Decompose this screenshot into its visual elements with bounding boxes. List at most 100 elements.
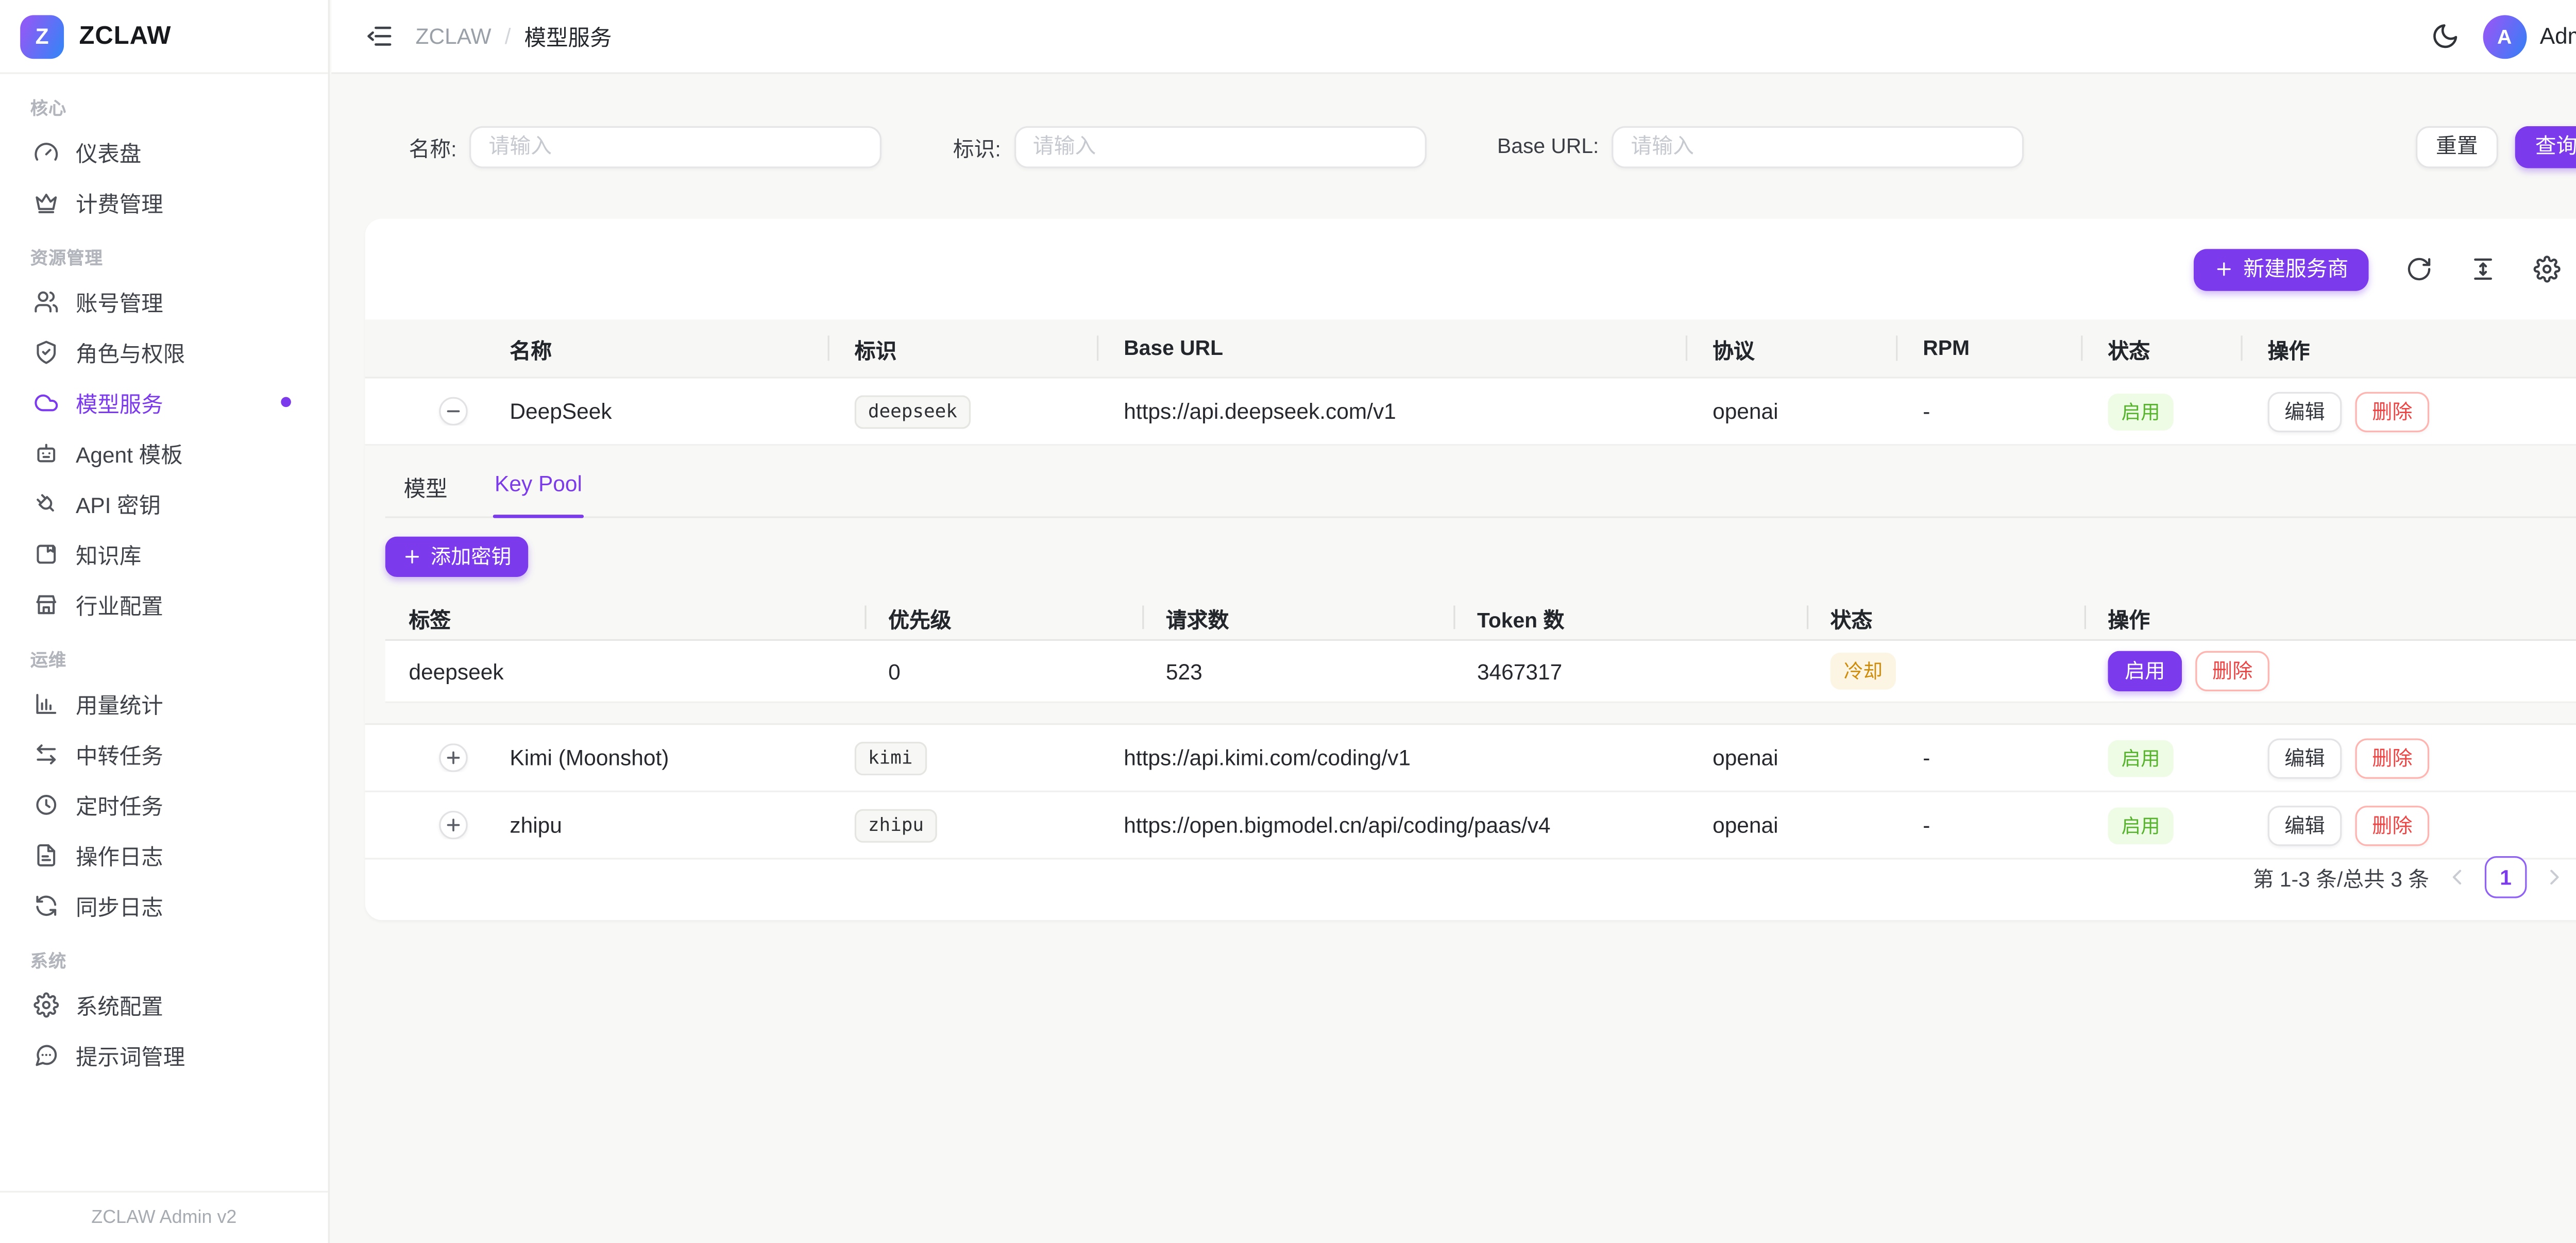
edit-button[interactable]: 编辑: [2268, 805, 2342, 845]
filter-input-2[interactable]: [1613, 125, 2025, 167]
providers-table-body: DeepSeekdeepseekhttps://api.deepseek.com…: [365, 379, 2576, 860]
dark-mode-moon-icon[interactable]: [2431, 22, 2460, 50]
sidebar-item-label: 仪表盘: [76, 135, 141, 167]
plus-icon: [444, 748, 463, 767]
sidebar-item-定时任务[interactable]: 定时任务: [20, 780, 308, 827]
expand-row-button[interactable]: [439, 811, 468, 840]
sidebar-footer: ZCLAW Admin v2: [0, 1191, 328, 1243]
provider-actions: 编辑删除: [2241, 391, 2576, 431]
delete-button[interactable]: 删除: [2355, 805, 2429, 845]
provider-protocol: openai: [1686, 745, 1896, 771]
sidebar-item-模型服务[interactable]: 模型服务: [20, 379, 308, 425]
provider-row: zhipuzhipuhttps://open.bigmodel.cn/api/c…: [365, 792, 2576, 860]
sidebar-item-label: 账号管理: [76, 285, 163, 317]
edit-button[interactable]: 编辑: [2268, 391, 2342, 431]
delete-key-button[interactable]: 删除: [2195, 651, 2269, 691]
logo-title: ZCLAW: [79, 22, 171, 50]
add-key-button[interactable]: 添加密钥: [385, 537, 529, 577]
table-settings-icon[interactable]: [2534, 256, 2561, 282]
sidebar-item-角色与权限[interactable]: 角色与权限: [20, 328, 308, 375]
swap-icon: [33, 741, 59, 766]
key-tokens: 3467317: [1453, 658, 1807, 684]
collapse-sidebar-icon[interactable]: [365, 22, 394, 50]
new-provider-button[interactable]: 新建服务商: [2195, 248, 2369, 291]
sidebar-section-label: 运维: [20, 639, 308, 679]
breadcrumb-root[interactable]: ZCLAW: [416, 24, 492, 49]
provider-status-cell: 启用: [2081, 807, 2241, 844]
search-button[interactable]: 查询: [2515, 125, 2576, 167]
next-page-icon[interactable]: [2542, 864, 2567, 890]
sidebar-item-系统配置[interactable]: 系统配置: [20, 981, 308, 1028]
edit-button[interactable]: 编辑: [2268, 738, 2342, 778]
chat-icon: [33, 1042, 59, 1067]
sidebar-item-用量统计[interactable]: 用量统计: [20, 679, 308, 726]
provider-protocol: openai: [1686, 399, 1896, 424]
user-menu[interactable]: A Admin: [2483, 14, 2576, 58]
sidebar-item-行业配置[interactable]: 行业配置: [20, 581, 308, 627]
sidebar-item-知识库[interactable]: 知识库: [20, 530, 308, 577]
sidebar-item-label: API 密钥: [76, 487, 161, 519]
plus-icon: [2215, 259, 2235, 279]
filter-group: 名称:: [409, 125, 882, 167]
sidebar-item-仪表盘[interactable]: 仪表盘: [20, 128, 308, 175]
filter-input-1[interactable]: [1014, 125, 1427, 167]
delete-button[interactable]: 删除: [2355, 738, 2429, 778]
dashboard-icon: [33, 139, 59, 164]
row-height-icon[interactable]: [2469, 256, 2496, 282]
book-icon: [33, 541, 59, 566]
sidebar-item-label: 用量统计: [76, 687, 163, 719]
sidebar-menu: 核心仪表盘计费管理资源管理账号管理角色与权限模型服务 Agent 模板 API 密钥…: [0, 74, 328, 1191]
refresh-icon[interactable]: [2405, 256, 2432, 282]
breadcrumb-current: 模型服务: [524, 20, 612, 52]
prev-page-icon[interactable]: [2444, 864, 2469, 890]
provider-status-cell: 启用: [2081, 393, 2241, 430]
breadcrumb: ZCLAW / 模型服务: [416, 20, 612, 52]
key-row: deepseek05233467317冷却启用删除: [385, 641, 2576, 703]
provider-name: zhipu: [483, 812, 827, 838]
page-1-button[interactable]: 1: [2485, 856, 2527, 898]
provider-rpm: -: [1896, 399, 2081, 424]
delete-button[interactable]: 删除: [2355, 391, 2429, 431]
tab-models[interactable]: 模型: [402, 459, 449, 516]
providers-table-header: 名称标识Base URL协议RPM状态操作: [365, 319, 2576, 378]
provider-rpm: -: [1896, 812, 2081, 838]
sidebar: Z ZCLAW 核心仪表盘计费管理资源管理账号管理角色与权限模型服务 Agent …: [0, 0, 330, 1243]
collapse-row-button[interactable]: [439, 397, 468, 426]
sidebar-item-API 密钥[interactable]: API 密钥: [20, 480, 308, 526]
status-badge: 启用: [2108, 807, 2173, 844]
plus-icon: [444, 816, 463, 835]
sidebar-item-label: Agent 模板: [76, 436, 183, 468]
sidebar-item-Agent 模板[interactable]: Agent 模板: [20, 429, 308, 476]
sidebar-item-中转任务[interactable]: 中转任务: [20, 730, 308, 777]
topbar: ZCLAW / 模型服务 A Admin: [331, 0, 2576, 74]
sidebar-item-同步日志[interactable]: 同步日志: [20, 881, 308, 928]
sidebar-item-label: 同步日志: [76, 889, 163, 921]
logo-mark: Z: [20, 14, 64, 58]
avatar: A: [2483, 14, 2527, 58]
key-actions: 启用删除: [2084, 651, 2576, 691]
filter-input-0[interactable]: [470, 125, 883, 167]
provider-rpm: -: [1896, 745, 2081, 771]
tab-key-pool[interactable]: Key Pool: [493, 459, 584, 516]
sidebar-item-label: 系统配置: [76, 988, 163, 1020]
column-header: RPM: [1896, 336, 2081, 360]
file-text-icon: [33, 842, 59, 867]
logo[interactable]: Z ZCLAW: [0, 0, 328, 74]
provider-slug-tag: zhipu: [855, 808, 937, 842]
provider-slug-cell: zhipu: [828, 808, 1097, 842]
sidebar-item-label: 提示词管理: [76, 1038, 185, 1070]
sidebar-section-label: 核心: [20, 88, 308, 128]
provider-protocol: openai: [1686, 812, 1896, 838]
sidebar-item-账号管理[interactable]: 账号管理: [20, 278, 308, 325]
enable-key-button[interactable]: 启用: [2108, 651, 2182, 691]
expand-cell: [365, 743, 483, 772]
filter-group: 标识:: [953, 125, 1427, 167]
sidebar-section-label: 资源管理: [20, 237, 308, 277]
filter-label: 标识:: [953, 130, 1001, 162]
sidebar-item-操作日志[interactable]: 操作日志: [20, 831, 308, 878]
sidebar-item-label: 计费管理: [76, 186, 163, 218]
sidebar-item-计费管理[interactable]: 计费管理: [20, 178, 308, 225]
sidebar-item-提示词管理[interactable]: 提示词管理: [20, 1031, 308, 1078]
expand-row-button[interactable]: [439, 743, 468, 772]
reset-button[interactable]: 重置: [2416, 125, 2498, 167]
